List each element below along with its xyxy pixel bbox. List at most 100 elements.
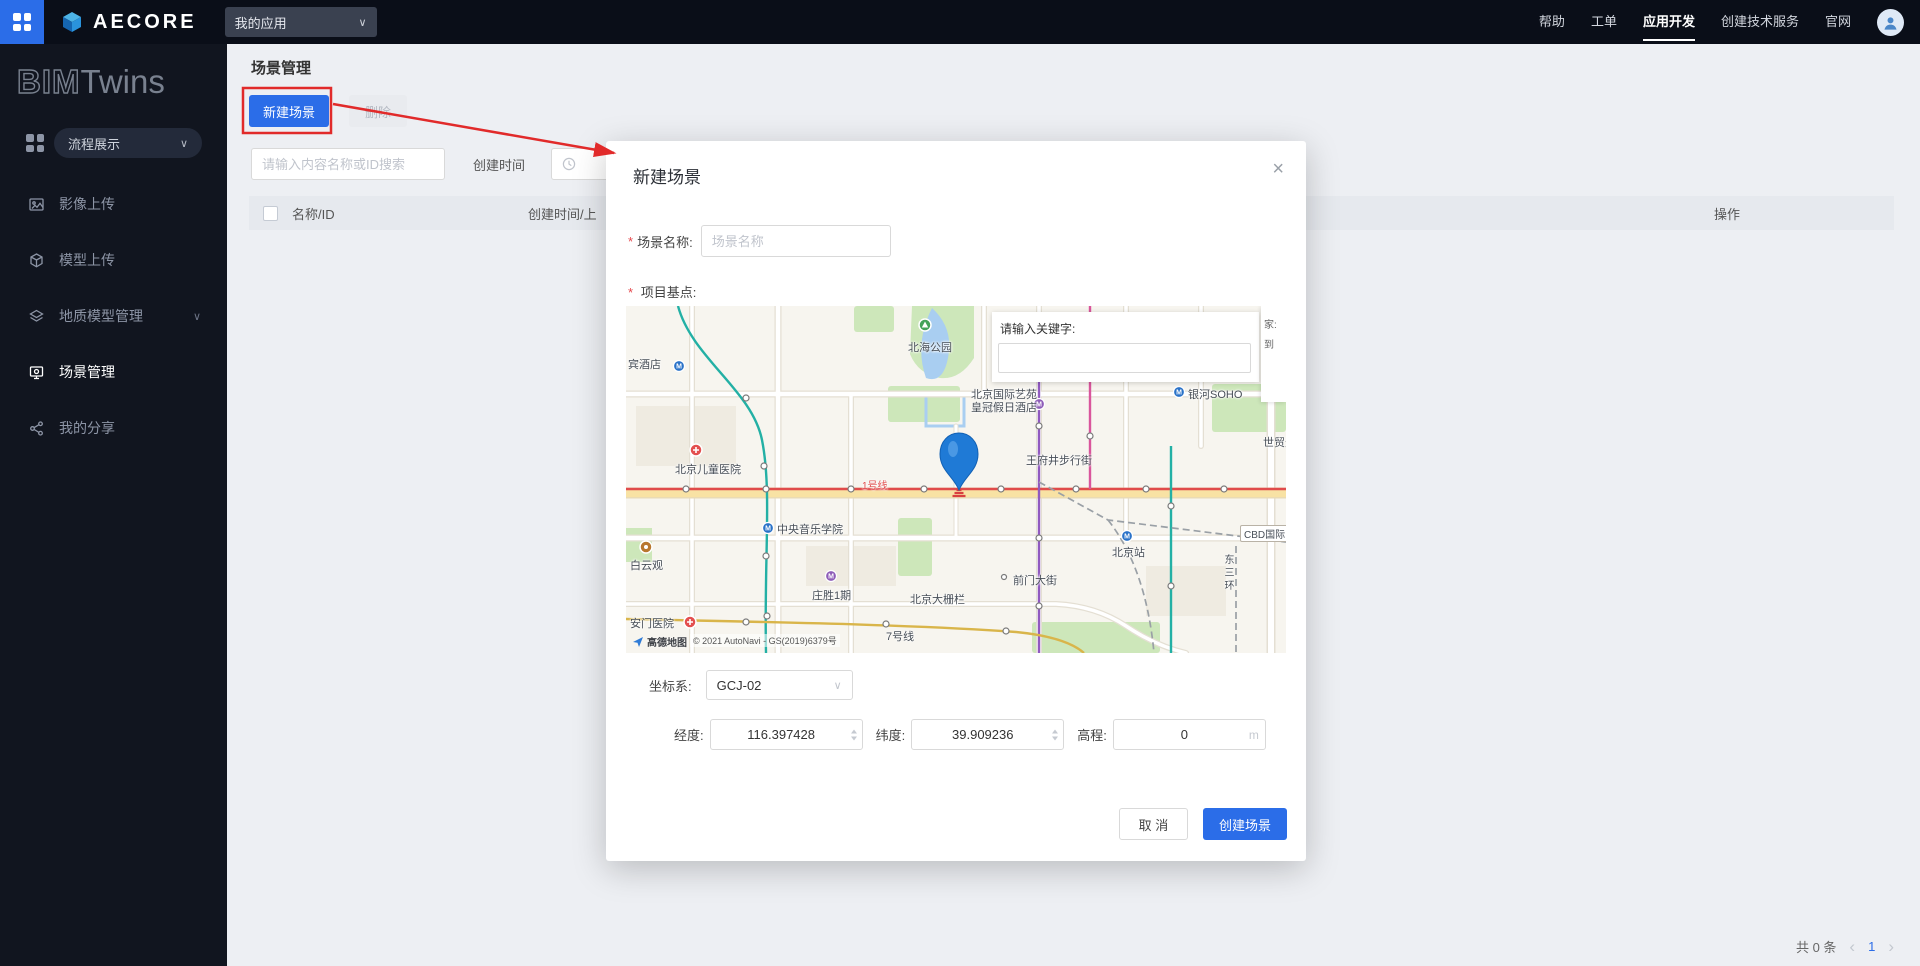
sidebar-item-label: 影像上传 [59, 194, 115, 214]
scene-name-input[interactable] [701, 225, 891, 257]
sidebar-item-model-upload[interactable]: 模型上传 [0, 232, 227, 288]
map-label: 中央音乐学院 [777, 521, 843, 537]
app-launcher-button[interactable] [0, 0, 44, 44]
nav-create-tech-service[interactable]: 创建技术服务 [1721, 0, 1799, 44]
keyword-label: 请输入关键字: [1000, 320, 1253, 337]
map-label: 北京儿童医院 [675, 461, 741, 477]
grid-icon [13, 13, 31, 31]
topbar: AECORE 我的应用 ∨ 帮助 工单 应用开发 创建技术服务 官网 [0, 0, 1920, 44]
amap-logo-text: 高德地图 [647, 634, 687, 649]
sidebar-item-my-share[interactable]: 我的分享 [0, 400, 227, 456]
delete-button[interactable]: 删除 [349, 95, 407, 127]
svg-text:M: M [676, 364, 682, 371]
chevron-down-icon[interactable]: ∨ [193, 310, 201, 323]
scene-name-label: 场景名称: [637, 232, 693, 251]
cube-icon [28, 252, 45, 269]
base-point-row: * 项目基点: [628, 282, 696, 301]
new-scene-modal: 新建场景 × * 场景名称: * 项目基点: [606, 141, 1306, 861]
sidebar: BIMTwins 流程展示 ∨ 影像上传 模型上传 地质模型管理 ∨ [0, 44, 227, 966]
map-label: 北京大栅栏 [910, 591, 965, 607]
required-asterisk: * [628, 285, 633, 300]
nav-official-site[interactable]: 官网 [1825, 0, 1851, 44]
longitude-input[interactable] [710, 719, 863, 750]
bimtwins-brand: BIMTwins [0, 44, 227, 102]
prev-page-icon[interactable]: ‹ [1849, 938, 1855, 955]
map-label: 北京站 [1112, 544, 1145, 560]
number-spinner-icon[interactable] [851, 729, 857, 740]
column-name-id: 名称/ID [292, 204, 528, 223]
search-input[interactable] [251, 148, 445, 180]
chevron-down-icon: ∨ [834, 679, 842, 692]
coordinates-row: 经度: 纬度: 高程: m [674, 719, 1266, 750]
map-label: 银河SOHO [1188, 386, 1242, 402]
amap-logo-icon [632, 636, 644, 648]
map-label: 庄胜1期 [812, 587, 851, 603]
sidebar-item-scene-management[interactable]: 场景管理 [0, 344, 227, 400]
person-icon [1882, 14, 1899, 31]
logo-text: AECORE [93, 11, 197, 34]
pagination: 共 0 条 ‹ 1 › [1796, 937, 1894, 956]
nav-app-dev[interactable]: 应用开发 [1643, 0, 1695, 44]
map-label: 东三环 [1220, 554, 1235, 593]
modal-footer: 取 消 创建场景 [1119, 808, 1287, 840]
sidebar-item-label: 我的分享 [59, 418, 115, 438]
project-basepoint-map[interactable]: M M M M M M 北海公园 [626, 306, 1286, 653]
keyword-panel: 请输入关键字: [992, 312, 1259, 382]
sidebar-item-geology-model[interactable]: 地质模型管理 ∨ [0, 288, 227, 344]
base-point-label: 项目基点: [641, 285, 697, 300]
sidebar-menu: 影像上传 模型上传 地质模型管理 ∨ 场景管理 我的分享 [0, 176, 227, 456]
brand-bim: BIM [17, 63, 81, 100]
elevation-label: 高程: [1077, 725, 1107, 744]
aecore-logo: AECORE [44, 10, 211, 34]
longitude-label: 经度: [674, 725, 704, 744]
mode-select-dropdown[interactable]: 流程展示 ∨ [54, 128, 202, 158]
image-icon [28, 196, 45, 213]
create-scene-button[interactable]: 创建场景 [1203, 808, 1287, 840]
chevron-down-icon: ∨ [359, 16, 367, 29]
cancel-button[interactable]: 取 消 [1119, 808, 1188, 840]
close-icon[interactable]: × [1272, 159, 1284, 179]
mode-row: 流程展示 ∨ [0, 128, 227, 158]
app-select-value: 我的应用 [235, 13, 287, 32]
nav-work-order[interactable]: 工单 [1591, 0, 1617, 44]
action-buttons: 新建场景 删除 [249, 95, 407, 127]
coord-system-select[interactable]: GCJ-02 ∨ [706, 670, 853, 700]
map-label: 皇冠假日酒店 [971, 399, 1037, 415]
scene-name-row: * 场景名称: [628, 225, 891, 257]
nav-help[interactable]: 帮助 [1539, 0, 1565, 44]
coord-system-label: 坐标系: [649, 676, 692, 695]
coord-system-value: GCJ-02 [717, 678, 762, 693]
top-nav: 帮助 工单 应用开发 创建技术服务 官网 [1539, 0, 1920, 44]
date-filter-label: 创建时间 [473, 155, 525, 174]
sidebar-item-label: 模型上传 [59, 250, 115, 270]
chevron-down-icon: ∨ [180, 137, 188, 150]
amap-logo: 高德地图 [632, 634, 687, 649]
page-number[interactable]: 1 [1868, 939, 1875, 954]
select-all-checkbox[interactable] [263, 206, 278, 221]
latitude-input[interactable] [911, 719, 1064, 750]
scene-icon [28, 364, 45, 381]
sidebar-item-label: 地质模型管理 [59, 306, 143, 326]
elevation-input[interactable] [1113, 719, 1266, 750]
clipped-text: 家: [1264, 316, 1283, 336]
sidebar-item-label: 场景管理 [59, 362, 115, 382]
map-label: CBD国际 [1240, 525, 1286, 542]
number-spinner-icon[interactable] [1052, 729, 1058, 740]
new-scene-button[interactable]: 新建场景 [249, 95, 329, 127]
total-count: 共 0 条 [1796, 937, 1836, 956]
app-select-dropdown[interactable]: 我的应用 ∨ [225, 7, 377, 37]
next-page-icon[interactable]: › [1888, 938, 1894, 955]
svg-text:M: M [1124, 534, 1130, 541]
sidebar-item-image-upload[interactable]: 影像上传 [0, 176, 227, 232]
map-label: 7号线 [886, 628, 914, 644]
svg-text:M: M [1176, 390, 1182, 397]
map-label: 白云观 [630, 557, 663, 573]
map-label: 前门大街 [1013, 572, 1057, 588]
column-action: 操作 [1714, 204, 1894, 223]
keyword-input[interactable] [998, 343, 1251, 373]
modal-title: 新建场景 [633, 163, 701, 188]
map-label: 北海公园 [908, 339, 952, 355]
user-avatar[interactable] [1877, 9, 1904, 36]
clock-icon [562, 157, 576, 171]
clipped-side-panel: 家: 到 [1261, 306, 1286, 402]
